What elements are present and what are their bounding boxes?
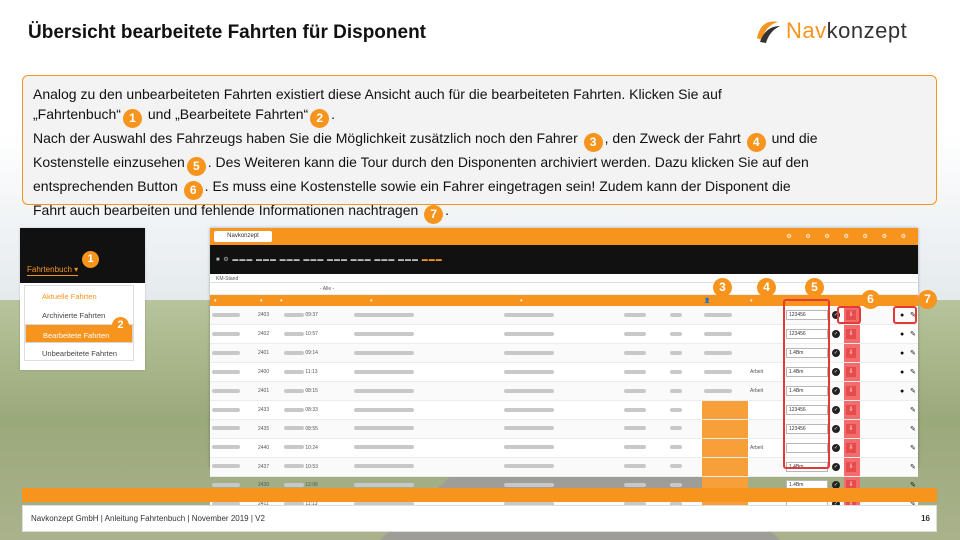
vehicle-filter[interactable]: - Alle - — [320, 286, 334, 292]
person-icon: ● — [900, 349, 905, 357]
trip-time: 09:37 — [305, 312, 318, 319]
trip-number: 2435 — [256, 419, 282, 439]
person-icon: ● — [900, 368, 905, 376]
navkonzept-logo: Navkonzept — [754, 18, 907, 44]
edit-pencil-icon[interactable]: ✎ — [910, 369, 916, 376]
zweck-cell[interactable] — [748, 343, 784, 364]
highlight-edit-button — [893, 306, 917, 324]
menu-item-aktuelle[interactable]: Aktuelle Fahrten — [25, 286, 133, 305]
callout-4: 4 — [757, 278, 776, 297]
driver-cell[interactable] — [702, 419, 748, 439]
edit-pencil-icon[interactable]: ✎ — [910, 407, 916, 414]
archive-button[interactable]: ⇩ — [846, 404, 856, 415]
driver-cell[interactable] — [702, 400, 748, 420]
edit-pencil-icon[interactable]: ✎ — [910, 350, 916, 357]
zweck-cell[interactable]: Arbeit — [748, 381, 784, 401]
driver-cell[interactable] — [702, 343, 748, 364]
app-navbar: ■ ⚙ ▬▬▬ ▬▬▬ ▬▬▬ ▬▬▬ ▬▬▬ ▬▬▬ ▬▬▬ ▬▬▬ ▬▬▬ — [210, 245, 918, 274]
trip-number: 2402 — [256, 324, 282, 345]
menu-screenshot: Fahrtenbuch ▾ 1 Aktuelle Fahrten Archivi… — [20, 228, 145, 370]
instruction-box: Analog zu den unbearbeiteten Fahrten exi… — [22, 75, 937, 224]
zweck-cell[interactable] — [748, 306, 784, 326]
zweck-cell[interactable]: Arbeit — [748, 362, 784, 383]
archive-button[interactable]: ⇩ — [846, 348, 856, 359]
badge-5: 5 — [186, 157, 206, 176]
callout-5: 5 — [805, 278, 824, 297]
check-icon[interactable]: ✓ — [832, 349, 840, 358]
badge-7: 7 — [424, 205, 444, 224]
driver-cell[interactable] — [702, 324, 748, 345]
check-icon[interactable]: ✓ — [832, 424, 840, 433]
trip-time: 08:33 — [305, 406, 318, 413]
app-logo: Navkonzept — [214, 231, 272, 242]
app-topbar: Navkonzept ⚙ ⚙ ⚙ ⚙ ⚙ ⚙ ⚙ — [210, 228, 918, 245]
badge-2-menu: 2 — [112, 317, 129, 334]
archive-button[interactable]: ⇩ — [846, 386, 856, 396]
badge-3: 3 — [583, 133, 603, 152]
archive-button[interactable]: ⇩ — [846, 329, 856, 340]
archive-button[interactable]: ⇩ — [846, 442, 856, 453]
fahrtenbuch-menu-tab[interactable]: Fahrtenbuch ▾ — [27, 265, 79, 276]
trip-number: 2401 — [256, 343, 282, 364]
menu-item-unbearbeitete[interactable]: Unbearbeitete Fahrten — [25, 343, 133, 362]
trip-time: 09:14 — [305, 350, 318, 357]
footer-accent-bar — [22, 488, 937, 502]
trip-number: 2437 — [256, 457, 282, 477]
badge-1-menu: 1 — [82, 251, 99, 268]
driver-cell[interactable] — [702, 457, 748, 477]
trip-number: 2400 — [256, 362, 282, 383]
edit-pencil-icon[interactable]: ✎ — [910, 388, 916, 395]
page-title: Übersicht bearbeitete Fahrten für Dispon… — [28, 22, 427, 43]
zweck-cell[interactable] — [748, 419, 784, 439]
callout-3: 3 — [713, 278, 732, 297]
zweck-cell[interactable] — [748, 324, 784, 345]
page-number: 16 — [921, 514, 930, 523]
badge-1: 1 — [122, 109, 142, 128]
trip-time: 11:13 — [305, 369, 318, 376]
edit-pencil-icon[interactable]: ✎ — [910, 445, 916, 452]
trip-number: 2433 — [256, 400, 282, 420]
trip-time: 08:15 — [305, 388, 318, 394]
callout-7: 7 — [918, 290, 937, 309]
logo-swoosh-icon — [757, 21, 780, 43]
badge-6: 6 — [183, 181, 203, 200]
trip-time: 10:57 — [305, 331, 318, 338]
zweck-cell[interactable]: Arbeit — [748, 438, 784, 458]
tab-km-stand[interactable]: KM-Stand — [216, 276, 238, 282]
edit-pencil-icon[interactable]: ✎ — [910, 426, 916, 433]
badge-4: 4 — [746, 133, 766, 152]
highlight-kostenstelle — [783, 299, 830, 469]
driver-cell[interactable] — [702, 381, 748, 401]
footer: Navkonzept GmbH | Anleitung Fahrtenbuch … — [22, 505, 937, 532]
archive-button[interactable]: ⇩ — [846, 367, 856, 378]
badge-2: 2 — [310, 109, 330, 128]
person-icon: ● — [900, 387, 905, 395]
highlight-archive-button — [837, 306, 861, 324]
trip-number: 2401 — [256, 381, 282, 401]
check-icon[interactable]: ✓ — [832, 387, 840, 395]
trip-number: 2403 — [256, 306, 282, 326]
callout-6: 6 — [861, 290, 880, 309]
driver-cell[interactable] — [702, 362, 748, 383]
zweck-cell[interactable] — [748, 457, 784, 477]
footer-text: Navkonzept GmbH | Anleitung Fahrtenbuch … — [31, 514, 265, 523]
check-icon[interactable]: ✓ — [832, 462, 840, 471]
archive-button[interactable]: ⇩ — [846, 461, 856, 472]
check-icon[interactable]: ✓ — [832, 368, 840, 377]
trip-number: 2440 — [256, 438, 282, 458]
trip-time: 08:55 — [305, 425, 318, 432]
person-icon: ● — [900, 330, 905, 338]
edit-pencil-icon[interactable]: ✎ — [910, 331, 916, 338]
trip-time: 10:24 — [305, 444, 318, 451]
archive-button[interactable]: ⇩ — [846, 423, 856, 434]
driver-cell[interactable] — [702, 438, 748, 458]
check-icon[interactable]: ✓ — [832, 405, 840, 414]
edit-pencil-icon[interactable]: ✎ — [910, 464, 916, 471]
check-icon[interactable]: ✓ — [832, 443, 840, 452]
zweck-cell[interactable] — [748, 400, 784, 420]
check-icon[interactable]: ✓ — [832, 330, 840, 339]
driver-cell[interactable] — [702, 306, 748, 326]
trip-time: 10:53 — [305, 463, 318, 470]
